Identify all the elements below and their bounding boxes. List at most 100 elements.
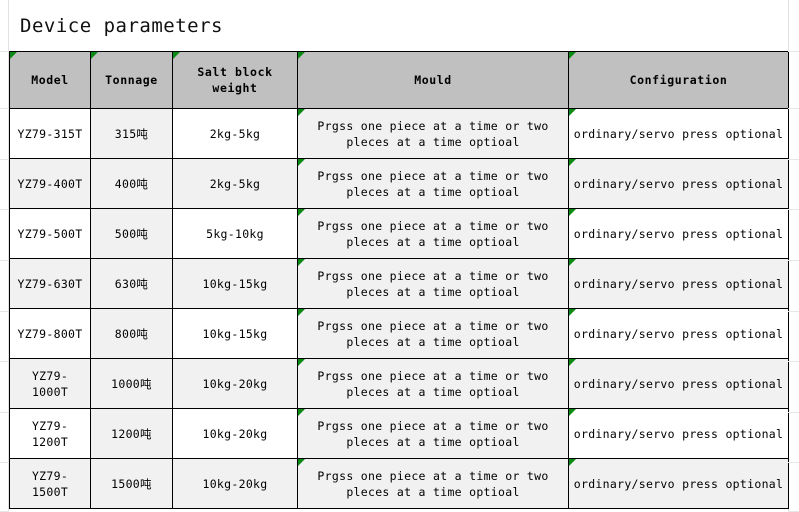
cell-text: YZ79-800T — [17, 326, 83, 341]
cell-text: 1000吨 — [111, 376, 152, 391]
cell-salt[interactable]: 10kg-20kg — [172, 408, 298, 459]
header-row: Model Tonnage Salt block weight Mould Co… — [9, 51, 789, 109]
cell-tonnage[interactable]: 630吨 — [90, 258, 173, 309]
column-header-mould[interactable]: Mould — [297, 51, 569, 109]
cell-text: ordinary/servo press optional — [573, 226, 784, 241]
cell-salt[interactable]: 10kg-20kg — [172, 458, 298, 509]
cell-config[interactable]: ordinary/servo press optional — [568, 158, 789, 209]
cell-config[interactable]: ordinary/servo press optional — [568, 458, 789, 509]
table-row: YZ79-1500T 1500吨 10kg-20kg Prgss one piece … — [9, 458, 789, 509]
cell-mould[interactable]: Prgss one piece at a time or two pleces … — [297, 308, 569, 359]
column-header-model[interactable]: Model — [9, 51, 91, 109]
margin-row-rule — [788, 108, 799, 109]
cell-mould[interactable]: Prgss one piece at a time or two pleces … — [297, 108, 569, 159]
page-title: Device parameters — [20, 14, 223, 37]
cell-text: 10kg-15kg — [202, 276, 268, 291]
cell-text: 1500吨 — [111, 476, 152, 491]
cell-model[interactable]: YZ79-500T — [9, 208, 91, 259]
cell-model[interactable]: YZ79-400T — [9, 158, 91, 209]
cell-text: Prgss one piece at a time or two pleces … — [317, 268, 549, 299]
margin-row-rule — [0, 209, 9, 210]
cell-tonnage[interactable]: 400吨 — [90, 158, 173, 209]
column-header-configuration[interactable]: Configuration — [568, 51, 789, 109]
cell-text: ordinary/servo press optional — [573, 376, 784, 391]
cell-tonnage[interactable]: 800吨 — [90, 308, 173, 359]
cell-text: Prgss one piece at a time or two pleces … — [317, 218, 549, 249]
cell-config[interactable]: ordinary/servo press optional — [568, 308, 789, 359]
cell-tonnage[interactable]: 1500吨 — [90, 458, 173, 509]
cell-config[interactable]: ordinary/servo press optional — [568, 208, 789, 259]
cell-text: Prgss one piece at a time or two pleces … — [317, 118, 549, 149]
cell-mould[interactable]: Prgss one piece at a time or two pleces … — [297, 458, 569, 509]
cell-mould[interactable]: Prgss one piece at a time or two pleces … — [297, 258, 569, 309]
cell-salt[interactable]: 2kg-5kg — [172, 108, 298, 159]
cell-model[interactable]: YZ79-800T — [9, 308, 91, 359]
cell-text: Prgss one piece at a time or two pleces … — [317, 318, 549, 349]
cell-salt[interactable]: 5kg-10kg — [172, 208, 298, 259]
spreadsheet-page: Device parameters Model Tonnage Salt blo… — [0, 0, 799, 512]
cell-mould[interactable]: Prgss one piece at a time or two pleces … — [297, 408, 569, 459]
table-header: Model Tonnage Salt block weight Mould Co… — [9, 51, 789, 109]
margin-row-rule — [0, 159, 9, 160]
cell-text: 10kg-20kg — [202, 426, 268, 441]
cell-text: YZ79-1500T — [31, 468, 69, 499]
device-parameters-table: Model Tonnage Salt block weight Mould Co… — [9, 51, 789, 509]
cell-tonnage[interactable]: 315吨 — [90, 108, 173, 159]
cell-model[interactable]: YZ79-1200T — [9, 408, 91, 459]
cell-text: YZ79-400T — [17, 176, 83, 191]
cell-model[interactable]: YZ79-1000T — [9, 358, 91, 409]
margin-row-rule — [0, 260, 9, 261]
cell-text: 400吨 — [114, 176, 149, 191]
table-row: YZ79-500T 500吨 5kg-10kg Prgss one piece at … — [9, 208, 789, 259]
cell-mould[interactable]: Prgss one piece at a time or two pleces … — [297, 358, 569, 409]
margin-row-rule — [788, 209, 799, 210]
margin-row-rule — [0, 311, 9, 312]
cell-config[interactable]: ordinary/servo press optional — [568, 258, 789, 309]
cell-text: Prgss one piece at a time or two pleces … — [317, 468, 549, 499]
cell-tonnage[interactable]: 1000吨 — [90, 358, 173, 409]
cell-text: YZ79-630T — [17, 276, 83, 291]
table-row: YZ79-800T 800吨 10kg-15kg Prgss one piece at… — [9, 308, 789, 359]
margin-row-rule — [788, 260, 799, 261]
cell-text: 2kg-5kg — [209, 126, 261, 141]
cell-model[interactable]: YZ79-630T — [9, 258, 91, 309]
cell-config[interactable]: ordinary/servo press optional — [568, 108, 789, 159]
margin-row-rule — [788, 412, 799, 413]
cell-text: ordinary/servo press optional — [573, 176, 784, 191]
cell-config[interactable]: ordinary/servo press optional — [568, 408, 789, 459]
margin-row-rule — [0, 462, 9, 463]
cell-tonnage[interactable]: 1200吨 — [90, 408, 173, 459]
cell-text: ordinary/servo press optional — [573, 476, 784, 491]
cell-text: Prgss one piece at a time or two pleces … — [317, 168, 549, 199]
cell-text: 2kg-5kg — [209, 176, 261, 191]
cell-text: YZ79-1200T — [31, 418, 69, 449]
table-row: YZ79-1200T 1200吨 10kg-20kg Prgss one piece … — [9, 408, 789, 459]
margin-row-rule — [0, 412, 9, 413]
margin-row-rule — [0, 108, 9, 109]
title-bar: Device parameters — [9, 0, 788, 51]
cell-text: 315吨 — [114, 126, 149, 141]
cell-model[interactable]: YZ79-1500T — [9, 458, 91, 509]
margin-row-rule — [788, 51, 799, 52]
cell-salt[interactable]: 10kg-15kg — [172, 258, 298, 309]
cell-salt[interactable]: 2kg-5kg — [172, 158, 298, 209]
cell-config[interactable]: ordinary/servo press optional — [568, 358, 789, 409]
cell-salt[interactable]: 10kg-15kg — [172, 308, 298, 359]
table-row: YZ79-1000T 1000吨 10kg-20kg Prgss one piece … — [9, 358, 789, 409]
table-body: YZ79-315T 315吨 2kg-5kg Prgss one piece at a… — [9, 108, 789, 509]
cell-text: 10kg-15kg — [202, 326, 268, 341]
cell-text: 10kg-20kg — [202, 476, 268, 491]
column-header-salt-block-weight[interactable]: Salt block weight — [172, 51, 298, 109]
cell-model[interactable]: YZ79-315T — [9, 108, 91, 159]
cell-text: 500吨 — [114, 226, 149, 241]
cell-salt[interactable]: 10kg-20kg — [172, 358, 298, 409]
cell-text: 800吨 — [114, 326, 149, 341]
column-header-tonnage[interactable]: Tonnage — [90, 51, 173, 109]
table-row: YZ79-400T 400吨 2kg-5kg Prgss one piece at a… — [9, 158, 789, 209]
cell-mould[interactable]: Prgss one piece at a time or two pleces … — [297, 208, 569, 259]
cell-text: 630吨 — [114, 276, 149, 291]
cell-text: YZ79-500T — [17, 226, 83, 241]
cell-tonnage[interactable]: 500吨 — [90, 208, 173, 259]
cell-text: ordinary/servo press optional — [573, 276, 784, 291]
cell-mould[interactable]: Prgss one piece at a time or two pleces … — [297, 158, 569, 209]
